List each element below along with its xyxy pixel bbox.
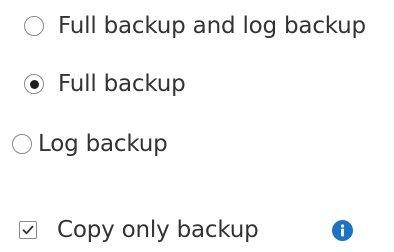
checkbox-label-copy-only-backup: Copy only backup — [57, 216, 259, 243]
radio-option-full-and-log-backup[interactable]: Full backup and log backup — [0, 6, 366, 46]
radio-option-log-backup[interactable]: Log backup — [0, 124, 168, 164]
radio-button-full-and-log-backup[interactable] — [24, 16, 44, 36]
info-icon[interactable] — [332, 220, 353, 241]
radio-label-log-backup: Log backup — [38, 130, 168, 157]
checkbox-copy-only-backup[interactable] — [19, 221, 37, 239]
radio-label-full-backup: Full backup — [58, 70, 186, 97]
radio-button-full-backup[interactable] — [24, 74, 44, 94]
radio-option-full-backup[interactable]: Full backup — [0, 64, 186, 104]
info-glyph — [340, 224, 345, 237]
checkmark-icon — [22, 225, 34, 235]
radio-button-log-backup[interactable] — [12, 134, 32, 154]
radio-label-full-and-log-backup: Full backup and log backup — [58, 12, 366, 39]
checkbox-option-copy-only-backup[interactable]: Copy only backup — [0, 210, 259, 250]
radio-selected-dot — [29, 79, 39, 89]
